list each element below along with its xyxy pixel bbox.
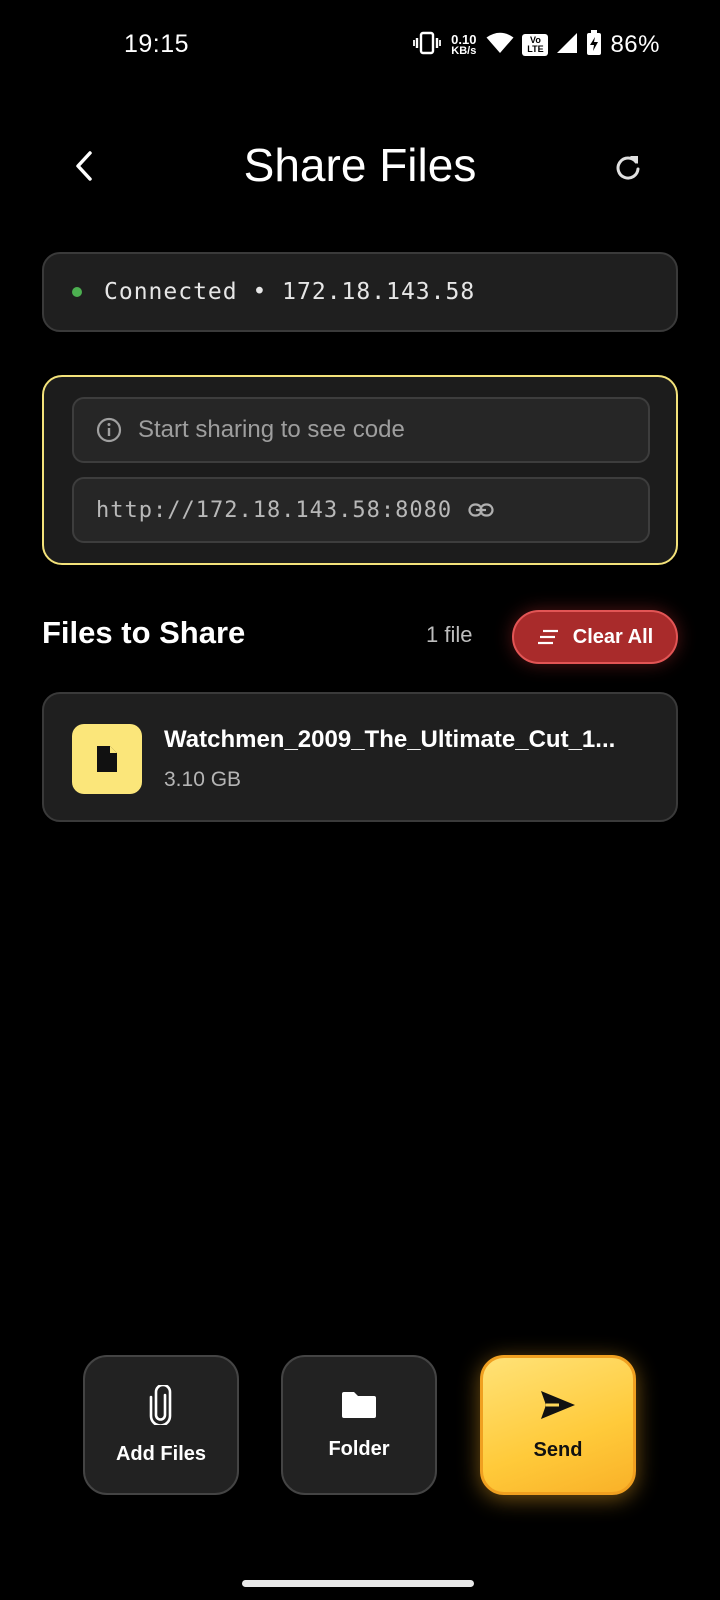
net-speed: 0.10 KB/s [451, 32, 477, 57]
share-url-text[interactable]: http://172.18.143.58:8080 [96, 498, 452, 523]
connection-status-dot [72, 287, 82, 297]
files-section-title: Files to Share [42, 615, 246, 650]
file-name: Watchmen_2009_The_Ultimate_Cut_1... [164, 726, 616, 753]
clear-all-button[interactable]: Clear All [512, 610, 678, 664]
volte-icon: Vo LTE [522, 34, 549, 56]
file-icon [72, 724, 142, 794]
home-indicator[interactable] [242, 1580, 474, 1587]
link-icon[interactable] [468, 502, 494, 518]
share-files-screen: 19:15 0.10 KB/s Vo LTE 86% Share Files C… [0, 0, 720, 1600]
status-time: 19:15 [124, 30, 190, 58]
clear-list-icon [537, 629, 558, 645]
add-files-label: Add Files [115, 1442, 206, 1465]
send-button[interactable]: Send [480, 1355, 636, 1495]
clear-all-label: Clear All [572, 625, 654, 648]
share-code-field: Start sharing to see code [72, 397, 650, 463]
file-count: 1 file [426, 622, 473, 647]
info-icon [96, 417, 122, 443]
status-icons: 0.10 KB/s Vo LTE 86% [413, 28, 660, 62]
send-icon [541, 1390, 575, 1419]
share-url-field[interactable]: http://172.18.143.58:8080 [72, 477, 650, 543]
connection-status-card: Connected • 172.18.143.58 [42, 252, 678, 332]
add-files-button[interactable]: Add Files [83, 1355, 239, 1495]
paperclip-icon [149, 1384, 172, 1425]
share-info-card: Start sharing to see code http://172.18.… [42, 375, 678, 565]
file-size: 3.10 GB [164, 768, 242, 791]
refresh-button[interactable] [606, 145, 650, 189]
folder-label: Folder [328, 1437, 390, 1460]
share-code-placeholder: Start sharing to see code [138, 416, 405, 443]
file-list-item[interactable]: Watchmen_2009_The_Ultimate_Cut_1... 3.10… [42, 692, 678, 822]
folder-icon [342, 1391, 376, 1418]
wifi-icon [486, 32, 514, 59]
signal-icon [556, 32, 578, 59]
battery-charging-icon [586, 29, 602, 61]
refresh-icon [616, 156, 640, 180]
battery-percentage: 86% [610, 31, 660, 58]
send-label: Send [533, 1438, 583, 1461]
folder-button[interactable]: Folder [281, 1355, 437, 1495]
status-bar: 19:15 0.10 KB/s Vo LTE 86% [0, 0, 720, 90]
connection-status-text: Connected • 172.18.143.58 [104, 279, 476, 305]
vibrate-icon [413, 30, 442, 61]
